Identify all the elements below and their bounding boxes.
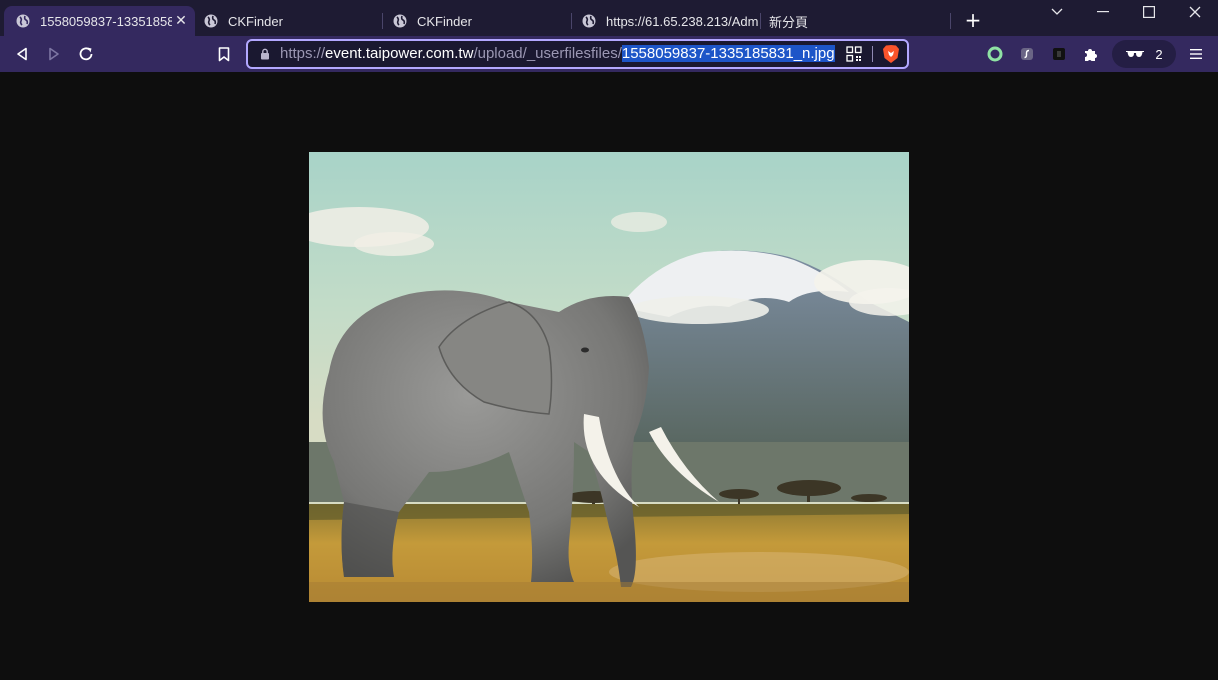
- lock-icon[interactable]: [260, 48, 270, 60]
- maximize-button[interactable]: [1126, 0, 1172, 24]
- chevron-down-icon: [1051, 8, 1063, 15]
- tab-title: 1558059837-1335185831_n.jpg: [40, 13, 172, 29]
- separator: [872, 46, 873, 62]
- tab-title: CKFinder: [417, 13, 472, 29]
- qr-code-icon[interactable]: [846, 46, 862, 62]
- url-path: /upload/_userfilesfiles/: [473, 45, 622, 62]
- new-tab-button[interactable]: +: [962, 9, 984, 31]
- tab-title: https://61.65.238.213/Admin: [606, 13, 758, 29]
- extensions-button[interactable]: [1081, 44, 1101, 64]
- wallet-count: 2: [1155, 46, 1163, 62]
- globe-icon: [16, 14, 30, 28]
- browser-toolbar: https://event.taipower.com.tw/upload/_us…: [0, 36, 1218, 72]
- close-window-button[interactable]: [1172, 0, 1218, 24]
- tab-ckfinder-2[interactable]: CKFinder: [381, 6, 571, 36]
- extension-green-ring[interactable]: [985, 44, 1005, 64]
- bookmark-icon: [218, 46, 230, 61]
- title-bar: 1558059837-1335185831_n.jpg ✕ CKFinder C…: [0, 0, 1218, 36]
- brave-shields-icon[interactable]: [882, 44, 900, 64]
- tab-admin[interactable]: https://61.65.238.213/Admin: [570, 6, 758, 36]
- puzzle-icon: [1085, 49, 1097, 61]
- script-icon: [1021, 48, 1033, 60]
- url-selected-filename: 1558059837-1335185831_n.jpg: [621, 45, 835, 62]
- url-text[interactable]: https://event.taipower.com.tw/upload/_us…: [280, 41, 835, 67]
- close-tab-icon[interactable]: ✕: [173, 12, 189, 28]
- back-button[interactable]: [12, 44, 32, 64]
- tab-ckfinder-1[interactable]: CKFinder: [192, 6, 382, 36]
- extension-dark[interactable]: [1049, 44, 1069, 64]
- url-host: event.taipower.com.tw: [325, 45, 474, 62]
- ring-icon: [987, 46, 1003, 62]
- elephant-photo[interactable]: [309, 152, 909, 602]
- globe-icon: [393, 14, 407, 28]
- page-viewport: [0, 72, 1218, 680]
- menu-button[interactable]: [1186, 44, 1206, 64]
- tab-separator: [950, 13, 951, 29]
- sunglasses-icon: [1126, 51, 1145, 57]
- extension-script[interactable]: [1017, 44, 1037, 64]
- maximize-icon: [1143, 6, 1155, 18]
- wallet-button[interactable]: 2: [1112, 40, 1176, 68]
- tab-title: 新分頁: [769, 14, 809, 30]
- tab-new[interactable]: 新分頁: [757, 6, 947, 36]
- minimize-button[interactable]: [1080, 0, 1126, 24]
- reload-button[interactable]: [76, 44, 96, 64]
- tab-search-button[interactable]: [1034, 0, 1080, 24]
- tab-title: CKFinder: [228, 13, 283, 29]
- globe-icon: [582, 14, 596, 28]
- address-bar[interactable]: https://event.taipower.com.tw/upload/_us…: [246, 39, 909, 69]
- reload-icon: [79, 47, 93, 61]
- bookmark-button[interactable]: [214, 44, 234, 64]
- minimize-icon: [1097, 11, 1109, 13]
- dark-square-icon: [1053, 48, 1065, 60]
- forward-button[interactable]: [44, 44, 64, 64]
- close-icon: [1189, 6, 1201, 18]
- hamburger-icon: [1190, 49, 1202, 59]
- forward-icon: [49, 47, 59, 61]
- globe-icon: [204, 14, 218, 28]
- url-scheme: https://: [280, 45, 326, 62]
- back-icon: [17, 47, 27, 61]
- photo-artwork: [309, 152, 909, 602]
- tab-image[interactable]: 1558059837-1335185831_n.jpg ✕: [4, 6, 195, 36]
